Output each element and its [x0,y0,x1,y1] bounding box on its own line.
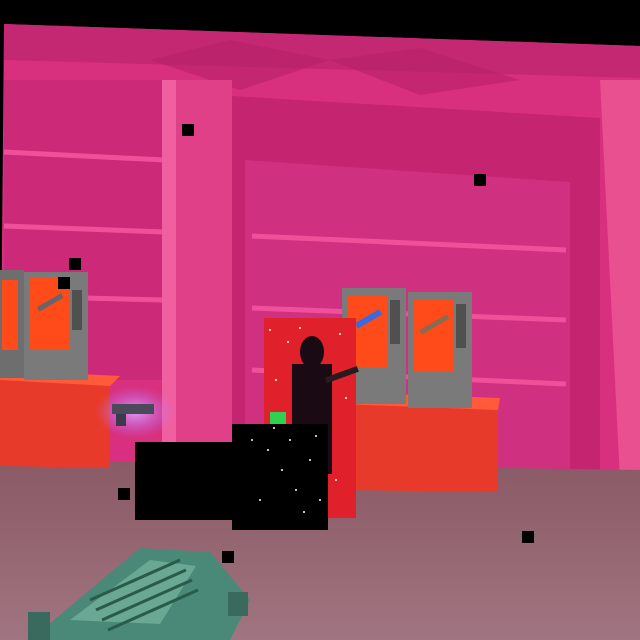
vending-machine-left-2[interactable] [24,272,88,380]
enemy-head [300,336,324,368]
counter-left [0,376,110,468]
vending-machine-left-1[interactable] [0,270,24,378]
game-viewport[interactable] [0,0,640,640]
game-scene [0,0,640,640]
enemy-green-item [270,412,286,424]
vending-machine-right-2[interactable] [408,292,472,408]
pickup-weapon[interactable] [95,386,175,438]
counter-right [340,400,498,492]
occlusion-block [135,442,233,520]
room [0,24,640,640]
occlusion-block [232,424,328,530]
